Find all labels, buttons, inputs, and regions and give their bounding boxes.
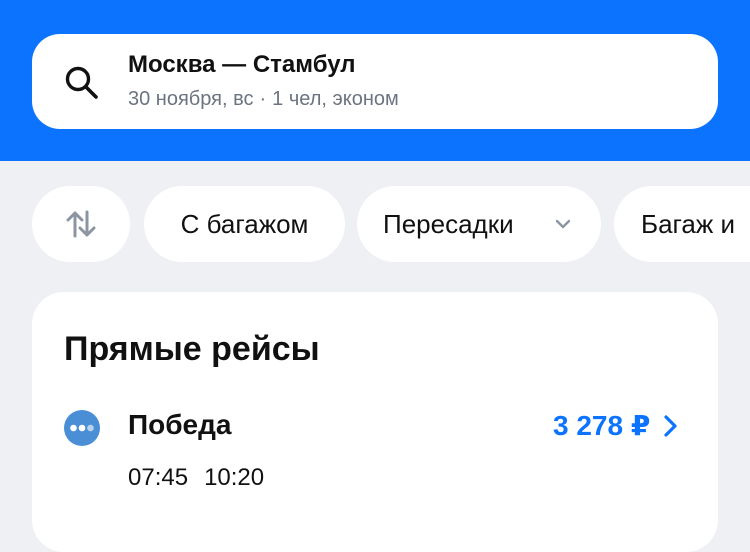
filter-chip-baggage-label: С багажом (180, 208, 309, 239)
section-title: Прямые рейсы (64, 330, 320, 368)
search-details: 30 ноября, вс · 1 чел, эконом (128, 88, 399, 111)
filter-chip-transfers-label: Пересадки (383, 208, 514, 239)
filter-chip-baggage-and-more[interactable]: Багаж и (614, 186, 750, 262)
chevron-right-icon[interactable] (660, 413, 680, 439)
details-separator: · (259, 88, 267, 110)
arrival-time: 10:20 (204, 464, 265, 491)
search-date: 30 ноября, вс (128, 88, 254, 110)
flight-price[interactable]: 3 278 ₽ (553, 409, 650, 442)
search-icon[interactable] (62, 63, 102, 103)
sort-button[interactable] (32, 186, 130, 262)
filter-chips-row: С багажом Пересадки Багаж и (0, 186, 750, 262)
search-passengers: 1 чел, эконом (272, 88, 399, 110)
filter-chip-transfers[interactable]: Пересадки (357, 186, 601, 262)
filter-chip-more-label: Багаж и (641, 208, 736, 239)
filter-chip-baggage[interactable]: С багажом (144, 186, 345, 262)
sort-arrows-icon (66, 210, 96, 238)
airline-name: Победа (128, 409, 232, 440)
chevron-down-icon (555, 219, 571, 229)
pobeda-logo-icon (64, 410, 100, 446)
departure-time: 07:45 (128, 464, 189, 491)
route-title: Москва — Стамбул (128, 51, 356, 78)
flight-times: 07:45 10:20 (128, 464, 264, 492)
search-summary-card[interactable] (32, 34, 718, 129)
